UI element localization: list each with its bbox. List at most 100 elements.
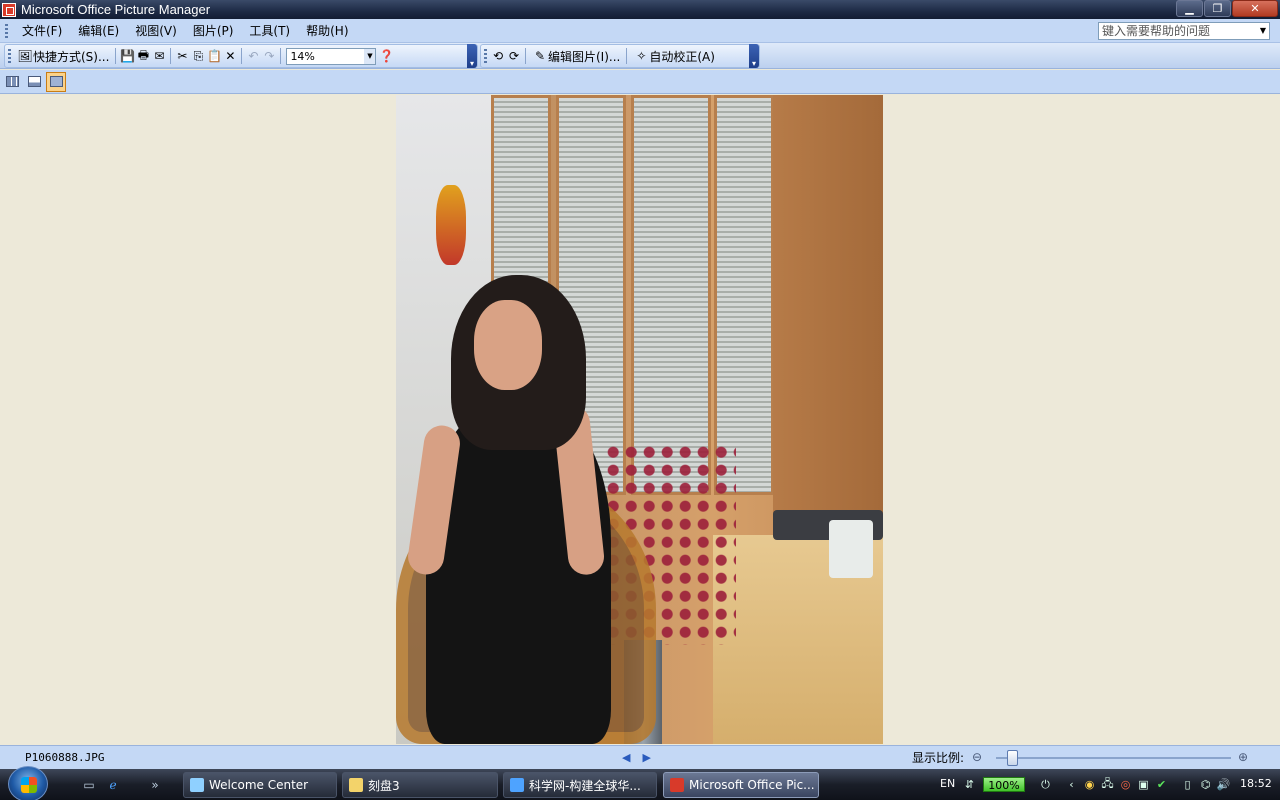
internet-explorer-icon — [510, 778, 524, 792]
network-icon[interactable]: 🖧 — [1100, 777, 1115, 792]
system-clock[interactable]: 18:52 — [1240, 777, 1272, 790]
thumbnail-view-button[interactable] — [2, 72, 22, 92]
help-search-input[interactable]: 键入需要帮助的问题 ▼ — [1098, 22, 1270, 40]
toolbar-group-edit: ⟲ ⟳ ✎ 编辑图片(I)... ✧ 自动校正(A) ▾ — [480, 44, 760, 68]
standard-toolbar: 🖼 快捷方式(S)... 💾 🖶 ✉ ✂ ⎘ 📋 ✕ ↶ ↷ 14% ▼ ❓ ▾… — [0, 43, 1280, 69]
zoom-dropdown-arrow-icon[interactable]: ▼ — [364, 48, 376, 64]
windows-logo-icon — [21, 777, 37, 793]
status-bar: P1060888.JPG ◀ ▶ 显示比例: ⊖ ⊕ — [0, 745, 1280, 769]
auto-correct-icon: ✧ — [636, 49, 647, 63]
menu-view[interactable]: 视图(V) — [127, 21, 185, 41]
zoom-slider-thumb[interactable] — [1007, 750, 1019, 766]
task-picture-manager[interactable]: Microsoft Office Pic... — [663, 772, 819, 798]
edit-picture-icon: ✎ — [534, 49, 546, 63]
copy-icon[interactable]: ⎘ — [190, 48, 206, 64]
edit-picture-button[interactable]: ✎ 编辑图片(I)... — [529, 46, 623, 66]
menu-help[interactable]: 帮助(H) — [298, 21, 356, 41]
email-icon[interactable]: ✉ — [151, 48, 167, 64]
close-button[interactable]: ✕ — [1232, 0, 1278, 17]
start-button[interactable] — [8, 766, 48, 800]
shortcuts-button[interactable]: 🖼 快捷方式(S)... — [14, 46, 112, 66]
next-picture-icon[interactable]: ▶ — [642, 751, 650, 764]
antivirus-icon[interactable]: ◎ — [1118, 777, 1133, 792]
picture-manager-app-icon[interactable] — [2, 2, 16, 17]
toolbar-group-main: 🖼 快捷方式(S)... 💾 🖶 ✉ ✂ ⎘ 📋 ✕ ↶ ↷ 14% ▼ ❓ ▾ — [4, 44, 478, 68]
single-picture-view-icon — [49, 76, 63, 87]
shortcuts-icon: 🖼 — [17, 49, 33, 63]
folder-icon — [349, 778, 363, 792]
wireless-icon[interactable]: ⌬ — [1198, 777, 1213, 792]
picture-manager-icon — [670, 778, 684, 792]
display-icon[interactable]: ▣ — [1136, 777, 1151, 792]
device-icon[interactable]: ▯ — [1180, 777, 1195, 792]
toolbar-separator — [170, 48, 172, 64]
battery-indicator[interactable]: 100% — [983, 777, 1025, 792]
save-icon[interactable]: 💾 — [119, 48, 135, 64]
toolbar-separator — [241, 48, 243, 64]
language-bar-options-icon[interactable]: ⇵ — [962, 777, 977, 792]
task-browser[interactable]: 科学网-构建全球华... — [503, 772, 657, 798]
quick-launch-expand-icon[interactable]: » — [146, 776, 164, 794]
print-icon[interactable]: 🖶 — [135, 48, 151, 64]
help-icon[interactable]: ❓ — [378, 48, 394, 64]
toolbar-grip-handle[interactable] — [8, 49, 11, 63]
toolbar-separator — [280, 48, 282, 64]
task-burn-folder[interactable]: 刻盘3 — [342, 772, 498, 798]
minimize-button[interactable]: ▁ — [1176, 0, 1203, 17]
delete-icon[interactable]: ✕ — [222, 48, 238, 64]
security-icon[interactable]: ◉ — [1082, 777, 1097, 792]
help-dropdown-arrow-icon[interactable]: ▼ — [1257, 23, 1269, 39]
toolbar-options-button[interactable]: ▾ — [467, 44, 477, 68]
zoom-slider-track[interactable] — [996, 757, 1231, 759]
tray-expand-icon[interactable]: ‹ — [1064, 777, 1079, 792]
photo-mug — [829, 520, 873, 578]
view-mode-bar — [0, 70, 1280, 94]
zoom-combo[interactable]: 14% ▼ — [286, 47, 377, 65]
displayed-photo[interactable] — [396, 95, 883, 744]
menu-grip-handle[interactable] — [5, 23, 8, 38]
power-plug-icon[interactable]: ⏻ — [1038, 777, 1053, 792]
shield-check-icon[interactable]: ✔ — [1154, 777, 1169, 792]
edit-picture-label: 编辑图片(I)... — [548, 49, 621, 64]
current-filename: P1060888.JPG — [25, 751, 105, 764]
volume-icon[interactable]: 🔊 — [1216, 777, 1231, 792]
paste-icon[interactable]: 📋 — [206, 48, 222, 64]
filmstrip-view-button[interactable] — [24, 72, 44, 92]
windows-taskbar: ▭ ℯ » Welcome Center 刻盘3 科学网-构建全球华... Mi… — [0, 766, 1280, 800]
auto-correct-button[interactable]: ✧ 自动校正(A) — [630, 46, 718, 66]
zoom-in-icon[interactable]: ⊕ — [1238, 750, 1254, 766]
internet-explorer-icon[interactable]: ℯ — [104, 776, 122, 794]
toolbar-separator — [525, 48, 526, 64]
filmstrip-view-icon — [27, 76, 41, 87]
zoom-value: 14% — [290, 49, 315, 63]
menu-edit[interactable]: 编辑(E) — [70, 21, 127, 41]
task-welcome-center[interactable]: Welcome Center — [183, 772, 337, 798]
photo-cabinet-door — [714, 95, 774, 495]
picture-canvas — [0, 95, 1280, 745]
auto-correct-label: 自动校正(A) — [649, 49, 715, 64]
photo-wall-ornament — [436, 185, 466, 265]
menu-bar: 文件(F) 编辑(E) 视图(V) 图片(P) 工具(T) 帮助(H) 键入需要… — [0, 19, 1280, 43]
menu-tools[interactable]: 工具(T) — [241, 21, 298, 41]
maximize-button[interactable]: ❐ — [1204, 0, 1231, 17]
rotate-left-icon[interactable]: ⟲ — [490, 48, 506, 64]
window-controls: ▁ ❐ ✕ — [1176, 0, 1278, 17]
menu-picture[interactable]: 图片(P) — [185, 21, 242, 41]
menu-file[interactable]: 文件(F) — [14, 21, 70, 41]
previous-picture-icon[interactable]: ◀ — [622, 751, 630, 764]
single-picture-view-button[interactable] — [46, 71, 66, 92]
undo-icon[interactable]: ↶ — [245, 48, 261, 64]
help-search-placeholder: 键入需要帮助的问题 — [1102, 24, 1211, 38]
welcome-center-icon — [190, 778, 204, 792]
show-desktop-icon[interactable]: ▭ — [80, 776, 98, 794]
rotate-right-icon[interactable]: ⟳ — [506, 48, 522, 64]
cut-icon[interactable]: ✂ — [174, 48, 190, 64]
task-label: Welcome Center — [209, 778, 309, 792]
edit-toolbar-grip-handle[interactable] — [484, 49, 487, 63]
zoom-out-icon[interactable]: ⊖ — [972, 750, 988, 766]
redo-icon[interactable]: ↷ — [261, 48, 277, 64]
language-indicator[interactable]: EN — [940, 777, 955, 790]
thumbnail-view-icon — [5, 76, 19, 87]
photo-person-face — [474, 300, 542, 390]
edit-toolbar-options-button[interactable]: ▾ — [749, 44, 759, 68]
